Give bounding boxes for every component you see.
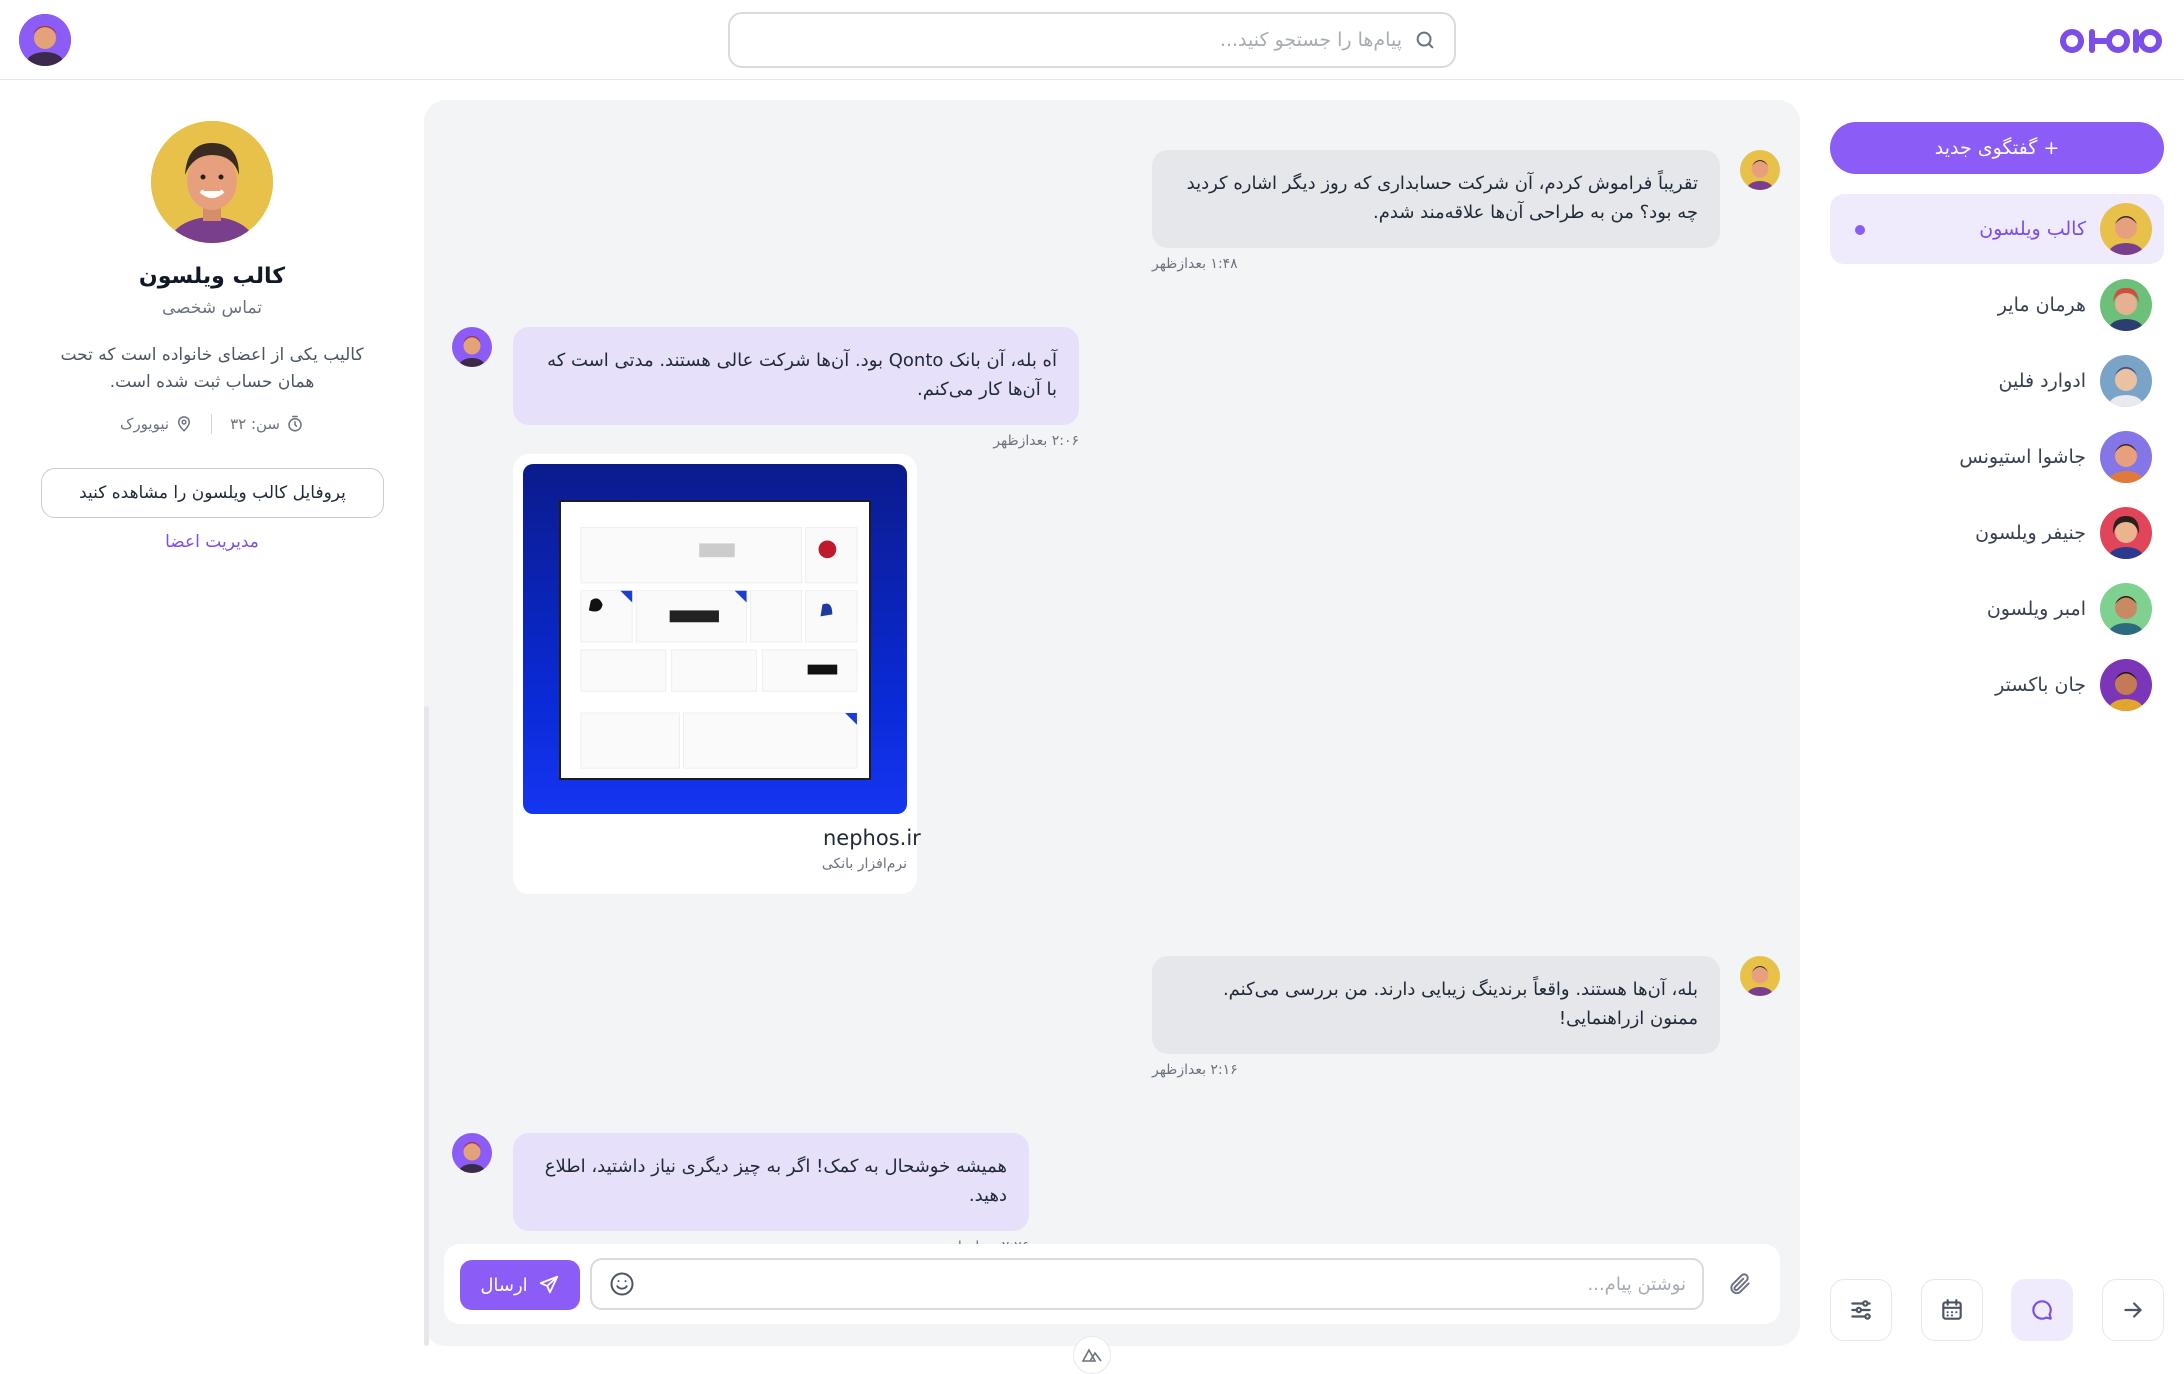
message-bubble: همیشه خوشحال به کمک! اگر به چیز دیگری نی…: [513, 1133, 1029, 1231]
sidebar-toolbar: [1830, 1279, 2164, 1343]
calendar-icon: [1941, 1299, 1962, 1320]
emoji-icon[interactable]: [608, 1270, 636, 1298]
avatar: [1740, 150, 1780, 190]
settings-button[interactable]: [1830, 1279, 1893, 1341]
contact-item[interactable]: جاشوا استیونس: [1830, 422, 2164, 492]
logo-icon: [2060, 29, 2162, 53]
contact-name: کالب ویلسون: [1979, 218, 2086, 240]
message-time: ۲:۰۶ بعدازظهر: [993, 432, 1079, 449]
message-bubble: آه بله، آن بانک Qonto بود. آن‌ها شرکت عا…: [513, 327, 1079, 425]
chat-scrollbar[interactable]: [424, 706, 429, 1346]
paperclip-icon: [1730, 1273, 1750, 1295]
message-input-wrapper[interactable]: [590, 1258, 1704, 1310]
link-title: nephos.ir: [823, 826, 921, 850]
profile-meta: سن: ۳۲ نیویورک: [0, 414, 424, 434]
message-input[interactable]: [636, 1273, 1686, 1295]
message-time: ۱:۴۸ بعدازظهر: [1152, 255, 1238, 272]
profile-description: کالیب یکی از اعضای خانواده است که تحت هم…: [60, 345, 364, 393]
profile-name: کالب ویلسون: [138, 264, 286, 289]
attach-button[interactable]: [1722, 1266, 1758, 1302]
age-item: سن: ۳۲: [230, 415, 304, 433]
avatar: [2100, 507, 2152, 559]
message-bubble: بله، آن‌ها هستند. واقعاً برندینگ زیبایی …: [1152, 956, 1720, 1054]
link-preview-image: [523, 464, 907, 814]
avatar: [2100, 203, 2152, 255]
send-icon: [539, 1275, 558, 1294]
top-header: [0, 0, 2184, 80]
contact-name: ادوارد فلین: [1998, 370, 2086, 392]
contact-item[interactable]: امبر ویلسون: [1830, 574, 2164, 644]
contact-item[interactable]: ادوارد فلین: [1830, 346, 2164, 416]
avatar: [2100, 279, 2152, 331]
unread-dot-icon: [1855, 225, 1865, 235]
age-label: سن: ۳۲: [230, 415, 280, 433]
message-incoming: بله، آن‌ها هستند. واقعاً برندینگ زیبایی …: [1152, 956, 1720, 1078]
avatar: [1740, 956, 1780, 996]
message-outgoing: آه بله، آن بانک Qonto بود. آن‌ها شرکت عا…: [513, 327, 1079, 449]
contact-name: جنیفر ویلسون: [1975, 522, 2086, 544]
location-label: نیویورک: [120, 415, 170, 433]
avatar: [2100, 583, 2152, 635]
avatar: [452, 1133, 492, 1173]
avatar-illustration: [19, 14, 71, 66]
back-button[interactable]: [2102, 1279, 2164, 1341]
contact-name: امبر ویلسون: [1986, 598, 2086, 620]
contact-item[interactable]: هرمان مایر: [1830, 270, 2164, 340]
contact-profile-panel: کالب ویلسون تماس شخصی کالیب یکی از اعضای…: [0, 80, 424, 1365]
message-bubble: تقریباً فراموش کردم، آن شرکت حسابداری که…: [1152, 150, 1720, 248]
avatar: [452, 327, 492, 367]
avatar: [2100, 355, 2152, 407]
conversations-sidebar: + گفتگوی جدید کالب ویلسون هرمان مایر ادو…: [1830, 80, 2184, 1365]
chat-icon: [2032, 1300, 2053, 1320]
view-profile-button[interactable]: پروفایل کالب ویلسون را مشاهده کنید: [41, 468, 384, 518]
avatar: [2100, 659, 2152, 711]
avatar: [2100, 431, 2152, 483]
search-bar[interactable]: [728, 12, 1456, 68]
chat-tab-button[interactable]: [2011, 1279, 2074, 1341]
contact-item-active[interactable]: کالب ویلسون: [1830, 194, 2164, 264]
brand-logo[interactable]: [2058, 14, 2162, 64]
message-incoming: تقریباً فراموش کردم، آن شرکت حسابداری که…: [1152, 150, 1720, 272]
contact-list: کالب ویلسون هرمان مایر ادوارد فلین جاشوا…: [1830, 194, 2164, 726]
search-input[interactable]: [748, 29, 1402, 51]
search-icon: [1416, 31, 1434, 49]
profile-avatar: [151, 121, 273, 243]
message-time: ۲:۱۶ بعدازظهر: [1152, 1061, 1238, 1078]
sliders-icon: [1851, 1300, 1871, 1320]
new-chat-label: + گفتگوی جدید: [1934, 137, 2060, 159]
manage-members-link[interactable]: مدیریت اعضا: [0, 532, 424, 552]
profile-role: تماس شخصی: [161, 298, 263, 318]
location-item: نیویورک: [120, 415, 193, 433]
triangle-icon: [1081, 1348, 1102, 1362]
user-avatar[interactable]: [19, 14, 71, 66]
contact-name: جان باکستر: [1995, 674, 2086, 696]
contact-name: هرمان مایر: [1997, 294, 2086, 316]
contact-item[interactable]: جان باکستر: [1830, 650, 2164, 720]
link-preview-card[interactable]: nephos.ir نرم‌افزار بانکی: [513, 454, 921, 894]
expand-handle[interactable]: [1073, 1336, 1111, 1374]
contact-name: جاشوا استیونس: [1959, 446, 2086, 468]
clock-icon: [288, 415, 302, 432]
send-label: ارسال: [480, 1274, 528, 1296]
link-subtitle: نرم‌افزار بانکی: [821, 856, 907, 872]
message-outgoing: همیشه خوشحال به کمک! اگر به چیز دیگری نی…: [513, 1133, 1029, 1255]
arrow-right-icon: [2124, 1302, 2142, 1318]
website-screenshot: [559, 500, 871, 780]
contact-item[interactable]: جنیفر ویلسون: [1830, 498, 2164, 568]
new-chat-button[interactable]: + گفتگوی جدید: [1830, 122, 2164, 174]
divider: [211, 414, 213, 434]
calendar-button[interactable]: [1920, 1279, 1983, 1341]
send-button[interactable]: ارسال: [460, 1260, 580, 1310]
location-pin-icon: [178, 416, 191, 432]
